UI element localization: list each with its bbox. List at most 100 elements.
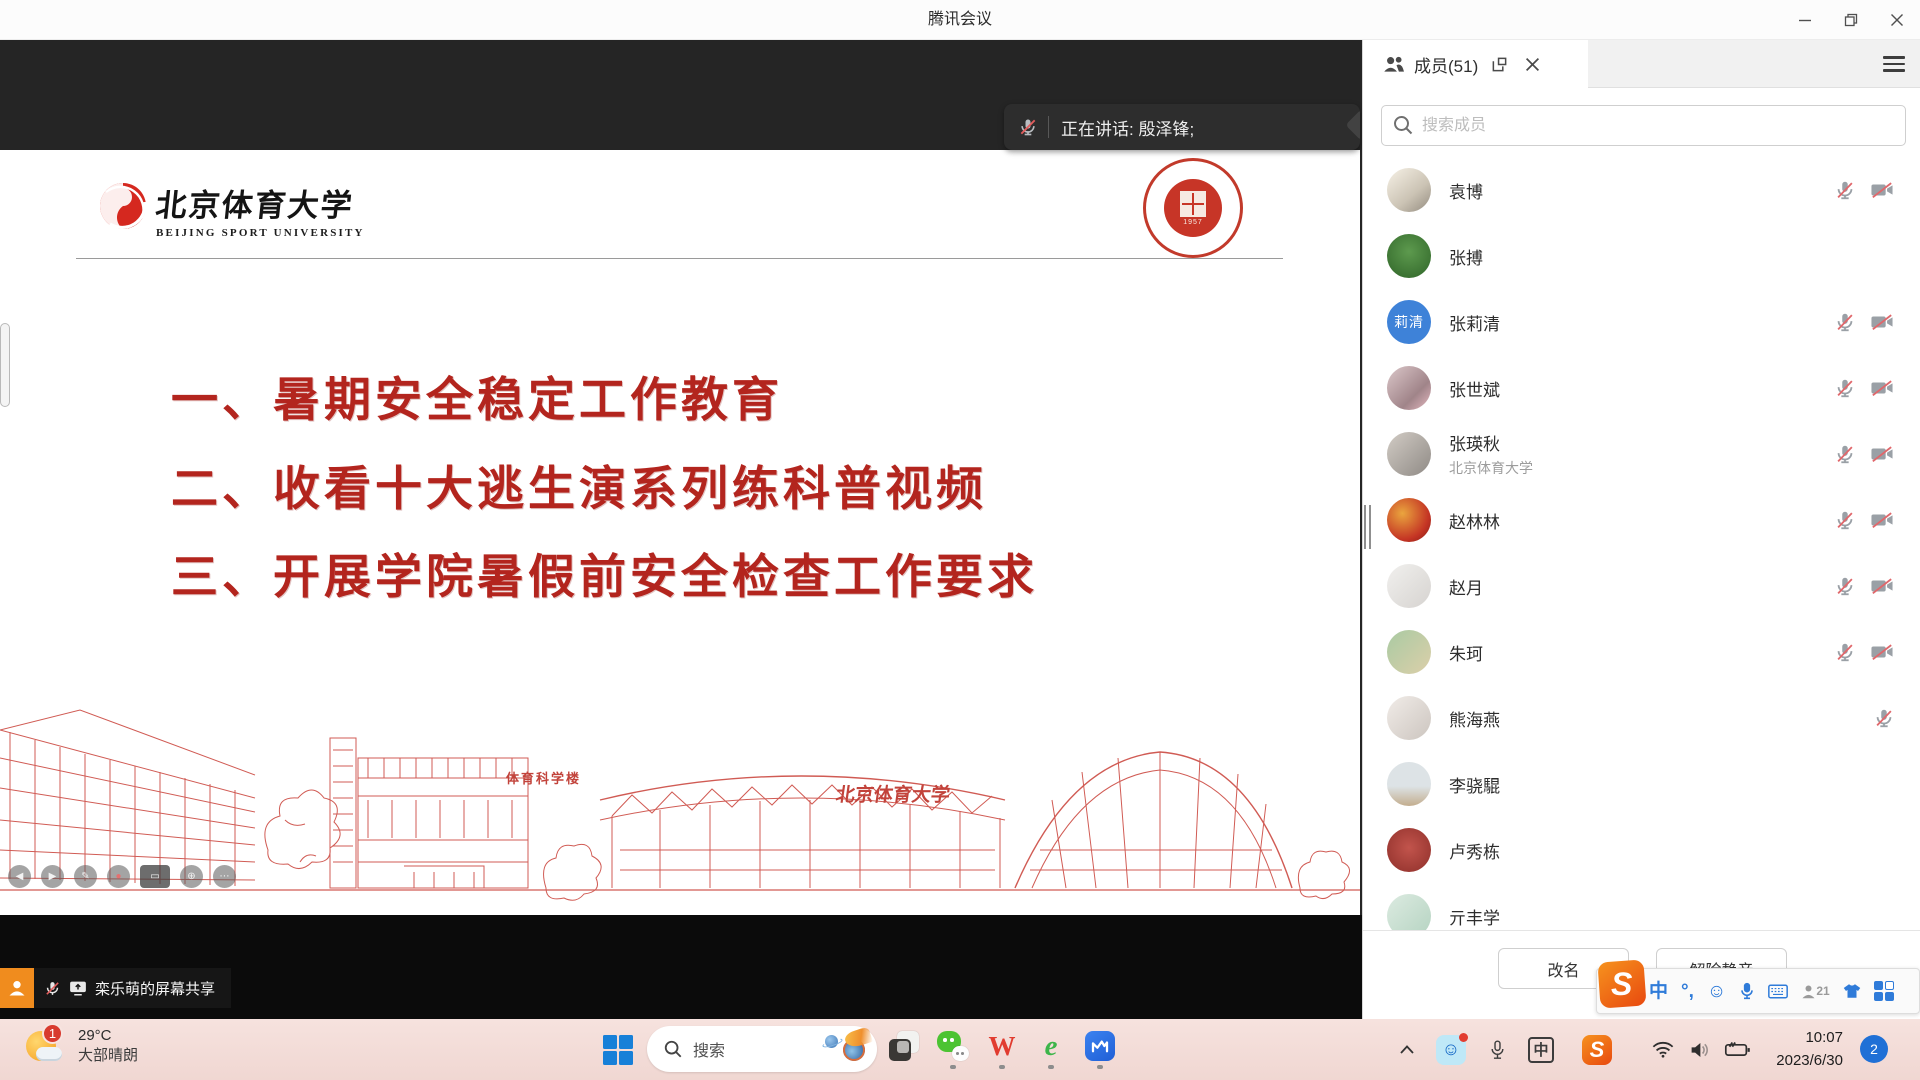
- mic-muted-icon[interactable]: [1834, 443, 1856, 465]
- slide-divider-line: [76, 258, 1283, 259]
- camera-off-icon[interactable]: [1869, 179, 1895, 201]
- member-name: 赵林林: [1449, 508, 1834, 533]
- camera-off-icon[interactable]: [1869, 575, 1895, 597]
- tray-mic-icon[interactable]: [1482, 1019, 1512, 1080]
- laser-tool-button[interactable]: ●: [107, 865, 130, 888]
- close-icon[interactable]: [1874, 0, 1920, 40]
- panel-menu-icon[interactable]: [1883, 53, 1905, 75]
- camera-off-icon[interactable]: [1869, 443, 1895, 465]
- popout-panel-icon[interactable]: [1487, 52, 1511, 76]
- ime-voice-icon[interactable]: [1739, 982, 1755, 1000]
- members-panel-title: 成员(51): [1414, 52, 1478, 77]
- members-tab[interactable]: 成员(51): [1363, 40, 1588, 88]
- ime-punctuation-toggle[interactable]: °,: [1681, 982, 1694, 1001]
- member-row[interactable]: 袁博: [1363, 157, 1920, 223]
- volume-icon[interactable]: [1684, 1019, 1714, 1080]
- window-titlebar: 腾讯会议: [0, 0, 1920, 40]
- weather-widget[interactable]: 1 29°C 大部晴朗: [26, 1025, 138, 1067]
- weather-description: 大部晴朗: [78, 1046, 138, 1066]
- camera-off-icon[interactable]: [1869, 311, 1895, 333]
- ime-toolbox-icon[interactable]: [1874, 981, 1894, 1001]
- pen-tool-button[interactable]: ✎: [74, 865, 97, 888]
- panel-resize-handle[interactable]: [1364, 505, 1372, 549]
- member-row[interactable]: 朱珂: [1363, 619, 1920, 685]
- ime-shirt-icon[interactable]: [1843, 983, 1861, 999]
- ime-mode-toggle[interactable]: 中: [1649, 982, 1668, 1001]
- member-avatar: [1387, 366, 1431, 410]
- member-row[interactable]: 莉清 张莉清: [1363, 289, 1920, 355]
- taskbar-app-wps[interactable]: W: [986, 1031, 1018, 1069]
- mic-muted-icon[interactable]: [1834, 179, 1856, 201]
- ime-skin-icon[interactable]: 21: [1801, 984, 1829, 999]
- tray-ime-indicator[interactable]: 中: [1526, 1019, 1556, 1080]
- taskbar-app-meeting[interactable]: [1084, 1031, 1116, 1069]
- member-row[interactable]: 亓丰学: [1363, 883, 1920, 930]
- prev-slide-button[interactable]: ◀: [8, 865, 31, 888]
- taskbar-search[interactable]: 搜索: [647, 1026, 877, 1072]
- wps-icon: W: [989, 1031, 1016, 1061]
- ime-keyboard-icon[interactable]: [1768, 984, 1788, 999]
- member-row[interactable]: 张搏: [1363, 223, 1920, 289]
- agenda-item-2: 二、收看十大逃生演系列练科普视频: [171, 450, 987, 519]
- more-options-button[interactable]: ⋯: [213, 865, 236, 888]
- member-list[interactable]: 袁博 张搏 莉清 张莉清 张世斌: [1363, 157, 1920, 930]
- university-name-cn: 北京体育大学: [154, 180, 367, 225]
- member-row[interactable]: 熊海燕: [1363, 685, 1920, 751]
- member-name: 卢秀栋: [1449, 838, 1895, 863]
- member-name: 张瑛秋: [1449, 430, 1834, 455]
- mic-muted-icon: [1018, 117, 1038, 137]
- camera-off-icon[interactable]: [1869, 509, 1895, 531]
- members-panel: 成员(51) 袁博: [1362, 40, 1920, 1019]
- next-slide-button[interactable]: ▶: [41, 865, 64, 888]
- search-highlight-icon: [823, 1031, 867, 1067]
- agenda-item-3: 三、开展学院暑假前安全检查工作要求: [171, 538, 1038, 607]
- sogou-logo-icon[interactable]: S: [1597, 959, 1646, 1008]
- sharer-name-label: 栾乐萌的屏幕共享: [95, 978, 215, 999]
- member-row[interactable]: 赵林林: [1363, 487, 1920, 553]
- notification-count-badge[interactable]: 2: [1860, 1035, 1888, 1063]
- member-avatar: [1387, 564, 1431, 608]
- members-icon: [1383, 54, 1405, 74]
- taskbar-app-explorer[interactable]: [888, 1031, 920, 1069]
- close-panel-icon[interactable]: [1520, 52, 1544, 76]
- clock-time: 10:07: [1776, 1027, 1843, 1050]
- search-members-input[interactable]: [1381, 105, 1906, 146]
- shared-screen-stage: 北京体育大学 BEIJING SPORT UNIVERSITY 1957 一、暑…: [0, 40, 1362, 1019]
- tray-chevron-icon[interactable]: [1392, 1019, 1422, 1080]
- member-row[interactable]: 张瑛秋 北京体育大学: [1363, 421, 1920, 487]
- taskbar-clock[interactable]: 10:07 2023/6/30: [1776, 1027, 1843, 1072]
- mic-muted-icon[interactable]: [1834, 377, 1856, 399]
- members-panel-header: 成员(51): [1363, 40, 1920, 88]
- slide-scroll-handle[interactable]: [0, 323, 10, 407]
- camera-off-icon[interactable]: [1869, 641, 1895, 663]
- start-button[interactable]: [602, 1034, 634, 1066]
- wifi-icon[interactable]: [1648, 1019, 1678, 1080]
- mic-muted-icon[interactable]: [1834, 575, 1856, 597]
- battery-icon[interactable]: [1720, 1019, 1754, 1080]
- member-row[interactable]: 李骁騉: [1363, 751, 1920, 817]
- college-seal: 1957: [1143, 158, 1243, 258]
- university-logo-swirl-icon: [98, 180, 148, 232]
- zoom-tool-button[interactable]: ⊕: [180, 865, 203, 888]
- taskbar-app-wechat[interactable]: [937, 1031, 969, 1069]
- mic-muted-icon[interactable]: [1834, 509, 1856, 531]
- member-row[interactable]: 卢秀栋: [1363, 817, 1920, 883]
- ie-browser-icon: e: [1045, 1031, 1058, 1061]
- taskbar-app-browser[interactable]: e: [1035, 1031, 1067, 1069]
- tray-notify-app-icon[interactable]: ☺: [1434, 1019, 1468, 1080]
- search-icon: [1392, 114, 1414, 136]
- mic-muted-icon[interactable]: [1873, 707, 1895, 729]
- minimize-button[interactable]: [1782, 0, 1828, 40]
- member-name: 张莉清: [1449, 310, 1834, 335]
- mic-muted-icon[interactable]: [1834, 641, 1856, 663]
- camera-off-icon[interactable]: [1869, 377, 1895, 399]
- tray-sogou-icon[interactable]: S: [1580, 1019, 1614, 1080]
- member-row[interactable]: 赵月: [1363, 553, 1920, 619]
- restore-button[interactable]: [1828, 0, 1874, 40]
- show-all-slides-button[interactable]: ▭: [140, 865, 170, 888]
- mic-muted-icon: [44, 980, 61, 997]
- member-row[interactable]: 张世斌: [1363, 355, 1920, 421]
- member-status-icons: [1834, 377, 1895, 399]
- mic-muted-icon[interactable]: [1834, 311, 1856, 333]
- ime-emoji-icon[interactable]: ☺: [1707, 982, 1726, 1001]
